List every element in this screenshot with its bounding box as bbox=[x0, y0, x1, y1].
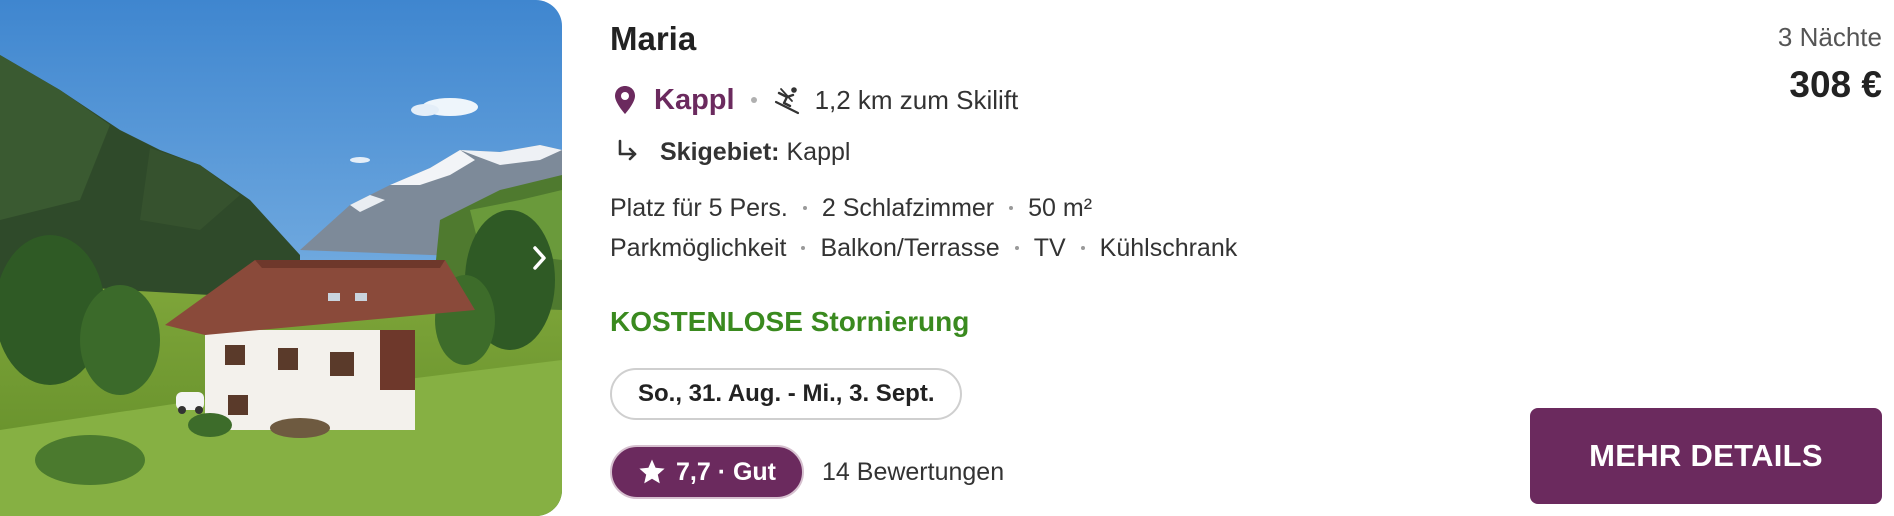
feature-capacity: Platz für 5 Pers. bbox=[610, 193, 788, 222]
rating-row: 7,7 · Gut 14 Bewertungen bbox=[610, 444, 1004, 500]
chevron-right-icon bbox=[533, 246, 546, 270]
feature-area: 50 m² bbox=[1028, 193, 1093, 222]
date-range-chip[interactable]: So., 31. Aug. - Mi., 3. Sept. bbox=[610, 368, 963, 420]
rating-badge[interactable]: 7,7 · Gut bbox=[610, 445, 805, 499]
star-icon bbox=[639, 459, 665, 484]
separator-dot bbox=[801, 246, 806, 250]
separator-dot bbox=[802, 206, 807, 210]
listing-photo[interactable] bbox=[0, 0, 562, 516]
gallery-next-button[interactable] bbox=[520, 238, 560, 278]
separator-dot bbox=[750, 97, 757, 103]
listing-card: Maria Kappl 1,2 km zum Skilift Skigebiet… bbox=[0, 0, 1894, 516]
listing-title[interactable]: Maria bbox=[610, 20, 696, 58]
reviews-count-link[interactable]: 14 Bewertungen bbox=[822, 458, 1004, 487]
features-row-capacity: Platz für 5 Pers. 2 Schlafzimmer 50 m² bbox=[610, 190, 1092, 226]
feature-balcony: Balkon/Terrasse bbox=[820, 233, 1000, 262]
map-pin-icon bbox=[615, 86, 635, 114]
distance-to-lift: 1,2 km zum Skilift bbox=[814, 84, 1019, 115]
separator-dot bbox=[1014, 246, 1019, 250]
feature-parking: Parkmöglichkeit bbox=[610, 233, 787, 262]
mountain-house-image bbox=[0, 0, 562, 516]
rating-score: 7,7 · Gut bbox=[676, 457, 777, 486]
location-link[interactable]: Kappl bbox=[654, 84, 735, 117]
separator-dot bbox=[1009, 206, 1014, 210]
feature-tv: TV bbox=[1033, 233, 1066, 262]
ski-resort-row: Skigebiet: Kappl bbox=[616, 134, 850, 170]
separator-dot bbox=[1080, 246, 1085, 250]
features-row-amenities: Parkmöglichkeit Balkon/Terrasse TV Kühls… bbox=[610, 230, 1237, 266]
subdirectory-arrow-icon bbox=[618, 139, 637, 161]
skier-icon bbox=[774, 87, 799, 115]
location-row: Kappl 1,2 km zum Skilift bbox=[614, 80, 1018, 120]
free-cancellation-label: KOSTENLOSE Stornierung bbox=[610, 306, 970, 337]
total-price: 308 € bbox=[1789, 64, 1882, 105]
more-details-button[interactable]: MEHR DETAILS bbox=[1530, 408, 1882, 504]
feature-bedrooms: 2 Schlafzimmer bbox=[821, 193, 995, 222]
nights-count: 3 Nächte bbox=[1777, 22, 1882, 52]
feature-fridge: Kühlschrank bbox=[1099, 233, 1238, 262]
ski-resort-label: Skigebiet: bbox=[660, 137, 780, 166]
ski-resort-name: Kappl bbox=[786, 137, 851, 166]
